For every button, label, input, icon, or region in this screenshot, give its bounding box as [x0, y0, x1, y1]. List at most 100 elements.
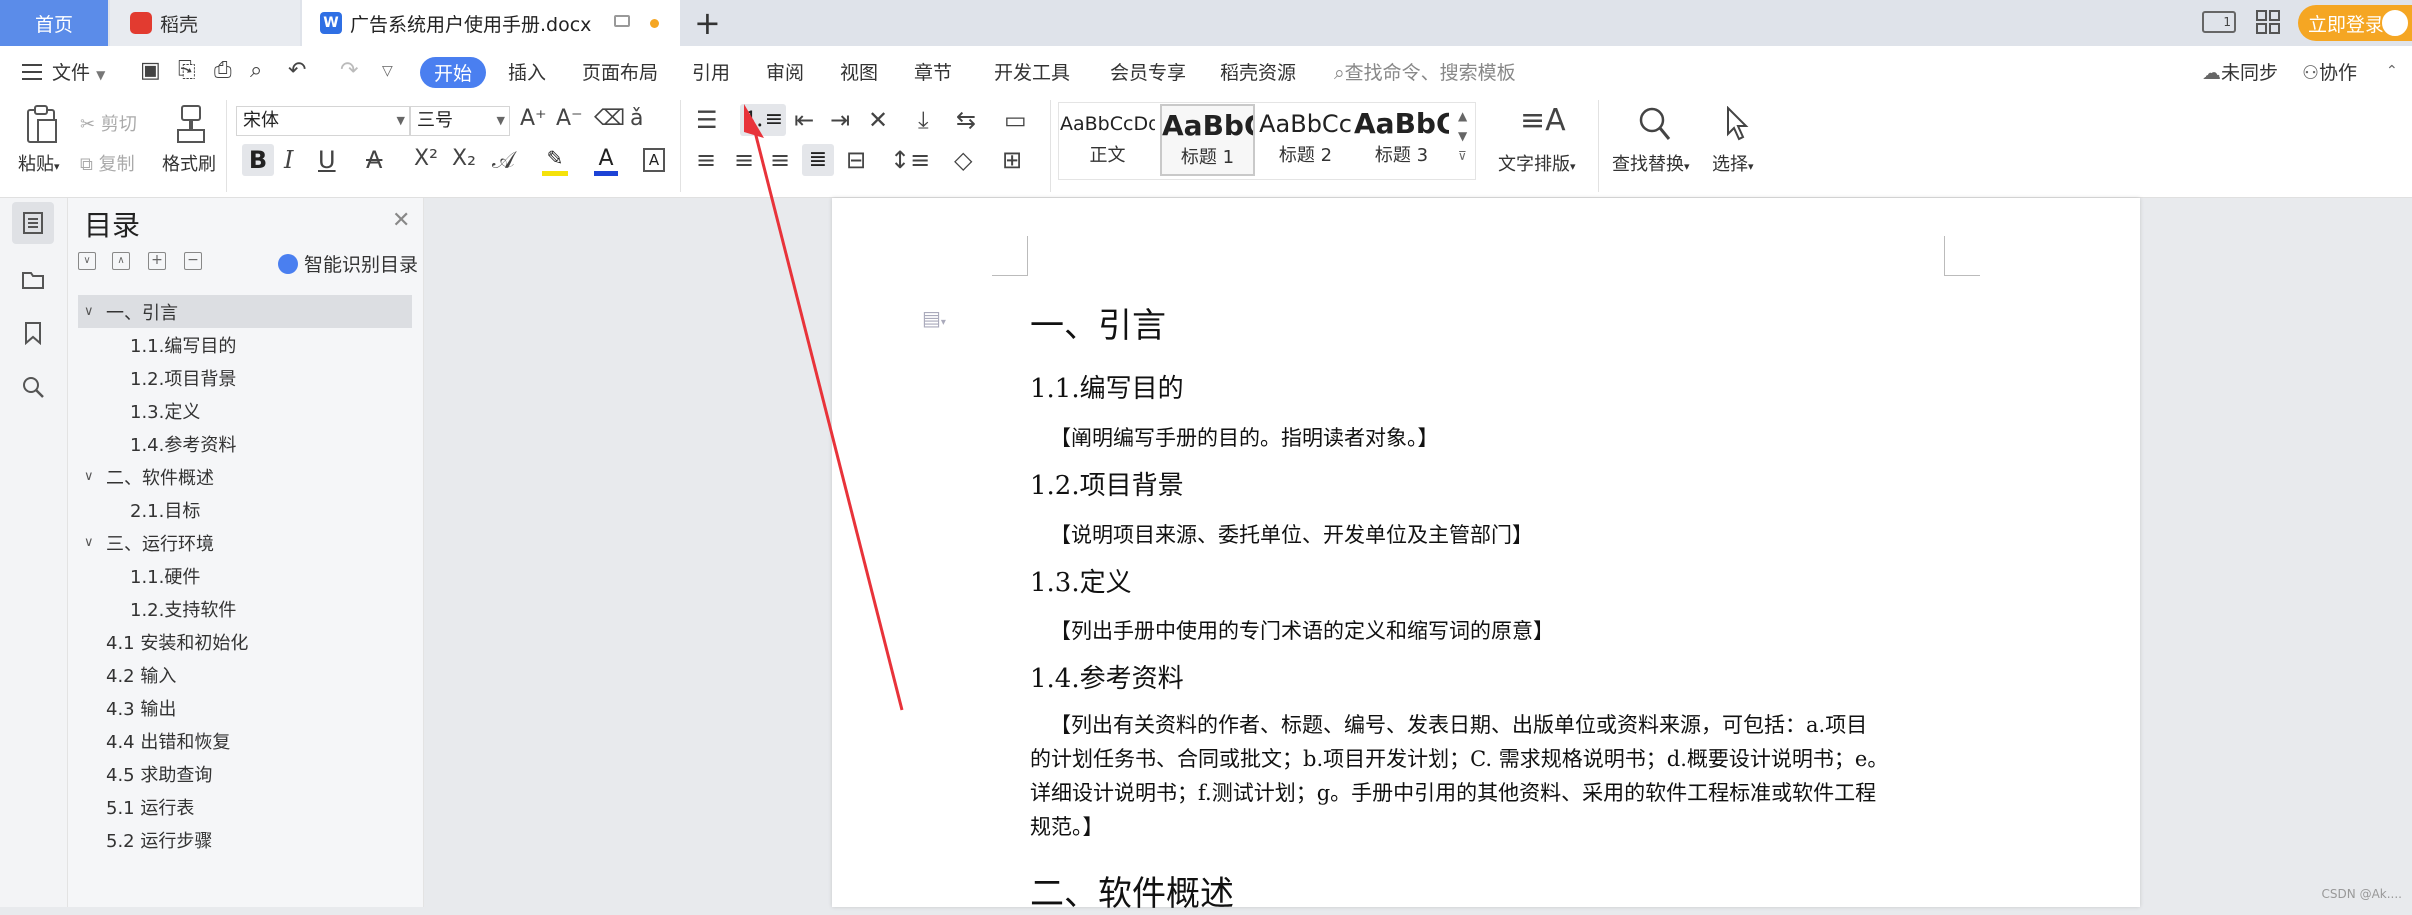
- grid-apps-icon[interactable]: [2256, 10, 2280, 34]
- font-name-select[interactable]: 宋体▼: [236, 106, 410, 136]
- add-heading-icon[interactable]: +: [148, 252, 166, 270]
- toc-item[interactable]: ∨三、运行环境: [84, 526, 214, 559]
- menu-file[interactable]: 文件 ▼: [52, 58, 105, 85]
- annotation-arrow: [730, 100, 930, 720]
- magnifier-icon[interactable]: [1638, 106, 1672, 142]
- save-icon[interactable]: ▣: [140, 60, 161, 82]
- align-left-icon[interactable]: ≡: [696, 148, 716, 172]
- menu-references[interactable]: 引用: [692, 58, 730, 85]
- bookmark-rail-button[interactable]: [12, 312, 54, 354]
- chapter-rail-button[interactable]: [12, 258, 54, 300]
- sync-status[interactable]: ☁未同步: [2202, 58, 2278, 85]
- screen-icon[interactable]: [614, 15, 630, 27]
- text-layout-button[interactable]: 文字排版▾: [1498, 150, 1576, 176]
- italic-icon[interactable]: I: [284, 148, 293, 172]
- redo-icon[interactable]: ↷: [340, 60, 358, 82]
- tab-home[interactable]: 首页: [0, 0, 108, 46]
- text-layout-icon[interactable]: ≡A: [1520, 106, 1566, 136]
- toc-title: 目录: [84, 204, 140, 244]
- more-quick-icon[interactable]: ▽: [382, 64, 393, 78]
- character-border-icon[interactable]: A: [643, 148, 665, 172]
- style-heading-3[interactable]: AaBbC 标题 3: [1354, 104, 1449, 176]
- cursor-arrow-icon[interactable]: [1724, 106, 1750, 142]
- underline-icon[interactable]: U: [318, 148, 336, 172]
- toc-item[interactable]: 4.4 出错和恢复: [106, 724, 230, 757]
- new-tab-button[interactable]: +: [694, 4, 721, 42]
- toc-item[interactable]: ∨二、软件概述: [84, 460, 214, 493]
- hamburger-icon[interactable]: [22, 64, 42, 80]
- toc-item[interactable]: 4.1 安装和初始化: [106, 625, 248, 658]
- toc-item[interactable]: 1.2.项目背景: [130, 361, 236, 394]
- menu-member[interactable]: 会员专享: [1110, 58, 1186, 85]
- print-preview-icon[interactable]: ⌕: [250, 60, 262, 82]
- styles-scroll-icon[interactable]: ▲▼⊽: [1458, 106, 1467, 166]
- toc-item[interactable]: 5.2 运行步骤: [106, 823, 212, 856]
- command-search[interactable]: ⌕查找命令、搜索模板: [1334, 58, 1516, 85]
- collapse-ribbon-icon[interactable]: ⌃: [2386, 64, 2398, 78]
- smart-toc-button[interactable]: 智能识别目录: [278, 250, 418, 277]
- superscript-icon[interactable]: X²: [414, 148, 438, 170]
- highlight-color-icon[interactable]: ✎: [542, 146, 568, 176]
- toc-item[interactable]: 1.1.编写目的: [130, 328, 236, 361]
- shrink-font-icon[interactable]: A⁻: [556, 108, 583, 130]
- toc-item[interactable]: ∨一、引言: [78, 295, 412, 328]
- copy-button[interactable]: ⧉ 复制: [80, 150, 135, 176]
- tab-document[interactable]: W 广告系统用户使用手册.docx: [302, 0, 680, 46]
- collaborate-button[interactable]: ⚇协作: [2302, 58, 2357, 85]
- page-count-icon[interactable]: 1: [2202, 11, 2236, 33]
- toc-item[interactable]: 2.1.目标: [130, 493, 200, 526]
- bold-button[interactable]: B: [242, 144, 274, 176]
- watermark: CSDN @Ak....: [2322, 887, 2402, 901]
- format-painter-button[interactable]: 格式刷: [162, 150, 216, 176]
- bullet-list-icon[interactable]: ☰: [696, 108, 718, 132]
- login-button[interactable]: 立即登录: [2298, 5, 2412, 41]
- borders-icon[interactable]: ⊞: [1002, 148, 1022, 172]
- menu-view[interactable]: 视图: [840, 58, 878, 85]
- collapse-all-icon[interactable]: ∧: [112, 252, 130, 270]
- close-icon[interactable]: ✕: [392, 208, 410, 233]
- export-icon[interactable]: ⎘: [178, 60, 196, 82]
- grow-font-icon[interactable]: A⁺: [520, 108, 547, 130]
- paste-button[interactable]: 粘贴▾: [18, 150, 60, 176]
- text-effect-icon[interactable]: 𝒜: [492, 148, 515, 172]
- toc-item[interactable]: 1.3.定义: [130, 394, 200, 427]
- toc-item[interactable]: 1.4.参考资料: [130, 427, 236, 460]
- strikethrough-icon[interactable]: A: [366, 148, 382, 172]
- menu-page-layout[interactable]: 页面布局: [582, 58, 658, 85]
- menu-insert[interactable]: 插入: [508, 58, 546, 85]
- menu-docer-resources[interactable]: 稻壳资源: [1220, 58, 1296, 85]
- select-button[interactable]: 选择▾: [1712, 150, 1754, 176]
- paste-icon[interactable]: [24, 104, 60, 146]
- style-normal[interactable]: AaBbCcDd 正文: [1060, 104, 1155, 176]
- clear-format-icon[interactable]: ⌫: [594, 108, 625, 130]
- print-icon[interactable]: ⎙: [214, 60, 232, 82]
- toc-item[interactable]: 4.2 输入: [106, 658, 176, 691]
- toc-item[interactable]: 4.5 求助查询: [106, 757, 212, 790]
- cut-button[interactable]: ✂ 剪切: [80, 110, 137, 136]
- style-heading-2[interactable]: AaBbCc 标题 2: [1258, 104, 1353, 176]
- menu-developer[interactable]: 开发工具: [994, 58, 1070, 85]
- show-marks-icon[interactable]: ▭: [1004, 108, 1027, 132]
- menu-home[interactable]: 开始: [420, 57, 486, 88]
- menu-chapter[interactable]: 章节: [914, 58, 952, 85]
- toc-item[interactable]: 1.1.硬件: [130, 559, 200, 592]
- sort-icon[interactable]: ⇆: [956, 108, 976, 132]
- toc-item[interactable]: 4.3 输出: [106, 691, 176, 724]
- format-painter-icon[interactable]: [176, 104, 206, 144]
- toc-item[interactable]: 1.2.支持软件: [130, 592, 236, 625]
- remove-heading-icon[interactable]: −: [184, 252, 202, 270]
- font-color-icon[interactable]: A: [594, 146, 618, 176]
- font-size-select[interactable]: 三号▼: [410, 106, 510, 136]
- expand-all-icon[interactable]: ∨: [78, 252, 96, 270]
- toc-item[interactable]: 5.1 运行表: [106, 790, 194, 823]
- menu-review[interactable]: 审阅: [766, 58, 804, 85]
- style-heading-1[interactable]: AaBbC 标题 1: [1160, 104, 1255, 176]
- find-replace-button[interactable]: 查找替换▾: [1612, 150, 1690, 176]
- subscript-icon[interactable]: X₂: [452, 148, 476, 170]
- search-rail-button[interactable]: [12, 366, 54, 408]
- undo-icon[interactable]: ↶: [288, 60, 306, 82]
- tab-docer[interactable]: 稻壳: [110, 0, 300, 46]
- outline-rail-button[interactable]: [12, 202, 54, 244]
- shading-icon[interactable]: ◇: [954, 148, 972, 172]
- phonetic-guide-icon[interactable]: ǎ: [630, 108, 643, 130]
